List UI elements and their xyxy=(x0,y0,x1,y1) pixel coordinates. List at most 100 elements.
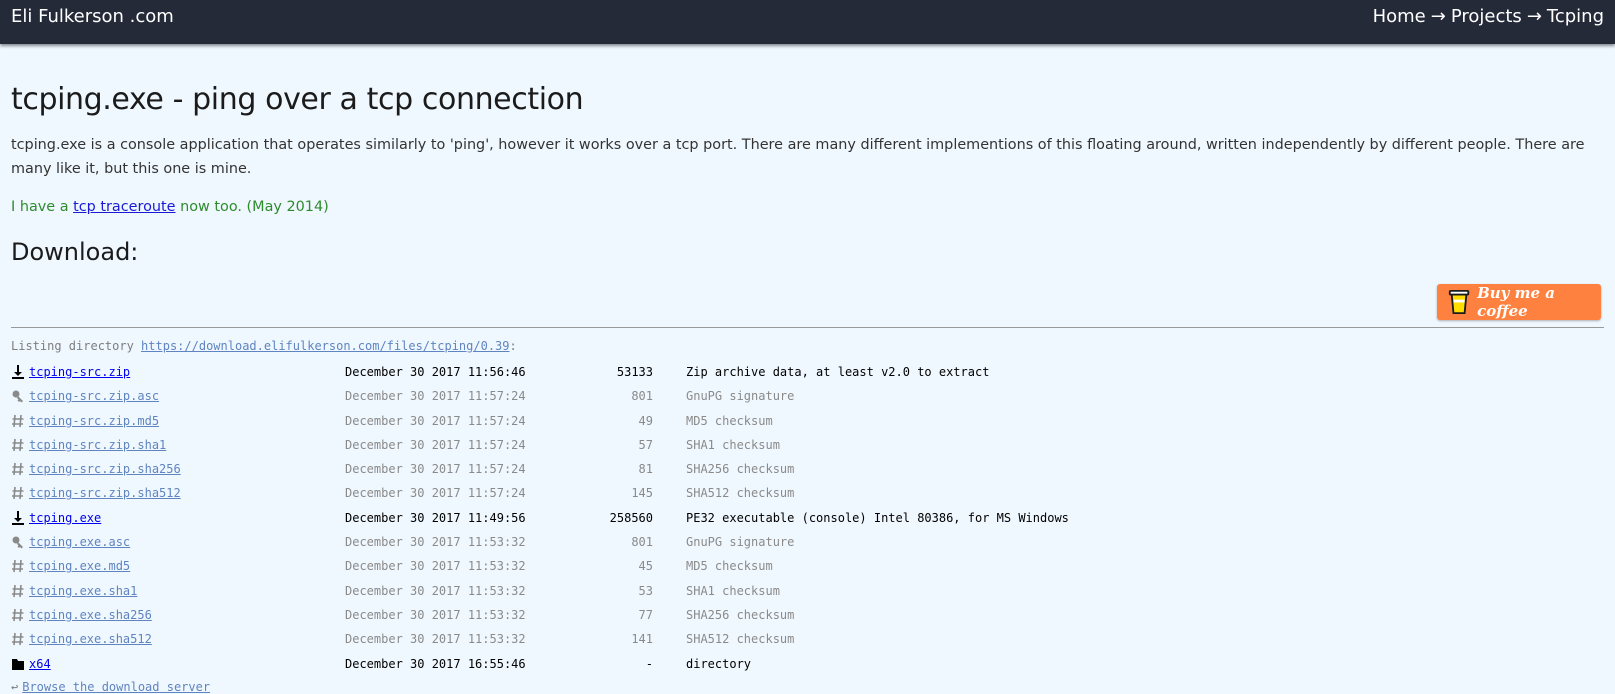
file-size: 145 xyxy=(631,486,653,501)
key-icon xyxy=(11,388,25,404)
listing-prefix: Listing directory xyxy=(11,339,142,353)
file-date: December 30 2017 11:57:24 xyxy=(345,437,526,452)
file-size: 49 xyxy=(638,413,653,428)
file-date: December 30 2017 11:53:32 xyxy=(345,559,526,574)
file-size: 57 xyxy=(638,437,653,452)
file-row: tcping.exe.asc December 30 2017 11:53:32 8… xyxy=(11,534,1211,558)
hash-icon-glyph xyxy=(12,414,24,427)
breadcrumb-home[interactable]: Home xyxy=(1373,6,1426,27)
file-date: December 30 2017 11:57:24 xyxy=(345,486,526,501)
folder-icon-glyph xyxy=(12,658,24,670)
hash-icon-glyph xyxy=(12,463,24,476)
listing-directory-url[interactable]: https://download.elifulkerson.com/files/… xyxy=(141,339,509,353)
listing-suffix: : xyxy=(509,339,517,353)
file-date: December 30 2017 11:57:24 xyxy=(345,389,526,404)
file-name-link[interactable]: tcping-src.zip xyxy=(29,364,130,380)
hash-icon-glyph xyxy=(12,438,24,451)
file-description: SHA1 checksum xyxy=(686,583,780,598)
file-size: 258560 xyxy=(609,510,653,525)
file-name-link[interactable]: tcping-src.zip.asc xyxy=(29,388,159,404)
folder-icon xyxy=(11,656,25,672)
directory-listing-header: Listing directory https://download.elifu… xyxy=(11,339,517,353)
file-description: MD5 checksum xyxy=(686,559,773,574)
breadcrumb-separator: → xyxy=(1526,6,1542,27)
file-description: SHA256 checksum xyxy=(686,462,795,477)
hash-icon-glyph xyxy=(12,608,24,622)
hash-icon xyxy=(11,607,25,623)
file-description: MD5 checksum xyxy=(686,413,773,428)
file-size: 53 xyxy=(638,583,653,598)
file-row: tcping-src.zip.md5 December 30 2017 11:57… xyxy=(11,413,1211,437)
breadcrumb: Home → Projects → Tcping xyxy=(1373,6,1604,27)
file-name-link[interactable]: tcping-src.zip.sha256 xyxy=(29,461,181,477)
file-description: SHA512 checksum xyxy=(686,632,795,647)
file-row: tcping-src.zip.sha256 December 30 2017 11… xyxy=(11,461,1211,485)
file-row: tcping.exe.md5 December 30 2017 11:53:32 4… xyxy=(11,558,1211,582)
breadcrumb-projects[interactable]: Projects xyxy=(1451,6,1522,27)
hash-icon-glyph xyxy=(12,584,24,597)
file-name-link[interactable]: tcping.exe.sha512 xyxy=(29,631,152,647)
file-date: December 30 2017 11:53:32 xyxy=(345,583,526,598)
file-row: tcping-src.zip December 30 2017 11:56:46 5… xyxy=(11,364,1211,388)
return-arrow-icon: ↩ xyxy=(11,680,19,694)
top-navigation-bar: Eli Fulkerson .com Home → Projects → Tcping xyxy=(0,0,1615,44)
file-description: SHA256 checksum xyxy=(686,607,795,622)
file-description: GnuPG signature xyxy=(686,389,795,404)
intro-paragraph: tcping.exe is a console application that… xyxy=(11,137,1585,177)
hash-icon-glyph xyxy=(12,560,24,573)
file-name-link[interactable]: tcping-src.zip.sha1 xyxy=(29,437,166,453)
file-size: - xyxy=(645,656,653,671)
file-date: December 30 2017 11:53:32 xyxy=(345,632,526,647)
file-date: December 30 2017 11:57:24 xyxy=(345,413,526,428)
download-icon-glyph xyxy=(12,510,24,525)
coffee-label: Buy me a coffee xyxy=(1477,284,1555,320)
traceroute-note: I have a tcp traceroute now too. (May 20… xyxy=(11,199,329,215)
file-name-link[interactable]: tcping.exe.sha256 xyxy=(29,607,152,623)
file-list: tcping-src.zip December 30 2017 11:56:46 5… xyxy=(11,364,1211,680)
file-description: directory xyxy=(686,656,752,671)
file-date: December 30 2017 11:57:24 xyxy=(345,462,526,477)
file-name-link[interactable]: tcping-src.zip.md5 xyxy=(29,413,159,429)
site-name-link[interactable]: Eli Fulkerson .com xyxy=(11,6,174,27)
buy-me-a-coffee-button[interactable]: Buy me a coffee xyxy=(1437,284,1601,320)
file-row: tcping.exe.sha512 December 30 2017 11:53:… xyxy=(11,631,1211,655)
browse-line: ↩ Browse the download server xyxy=(11,680,210,694)
note-prefix: I have a xyxy=(11,199,74,215)
file-row: tcping-src.zip.sha1 December 30 2017 11:5… xyxy=(11,437,1211,461)
hash-icon xyxy=(11,583,25,599)
file-size: 801 xyxy=(631,535,653,550)
file-row: x64 December 30 2017 16:55:46 - directory xyxy=(11,656,1211,680)
hash-icon xyxy=(11,413,25,429)
download-icon xyxy=(11,364,25,380)
hash-icon xyxy=(11,461,25,477)
hash-icon-glyph xyxy=(12,633,24,646)
file-date: December 30 2017 16:55:46 xyxy=(345,656,526,671)
file-description: GnuPG signature xyxy=(686,535,795,550)
file-size: 77 xyxy=(638,607,653,622)
file-name-link[interactable]: tcping-src.zip.sha512 xyxy=(29,485,181,501)
tcp-traceroute-link[interactable]: tcp traceroute xyxy=(73,199,175,215)
file-date: December 30 2017 11:53:32 xyxy=(345,535,526,550)
hash-icon-glyph xyxy=(12,487,24,500)
file-row: tcping-src.zip.asc December 30 2017 11:57… xyxy=(11,388,1211,412)
file-date: December 30 2017 11:56:46 xyxy=(345,365,526,379)
file-size: 53133 xyxy=(616,365,653,379)
file-description: SHA512 checksum xyxy=(686,486,795,501)
key-icon-glyph xyxy=(12,536,23,549)
file-size: 141 xyxy=(631,632,653,647)
hash-icon xyxy=(11,558,25,574)
browse-download-server-link[interactable]: Browse the download server xyxy=(22,680,210,694)
file-date: December 30 2017 11:53:32 xyxy=(345,607,526,622)
file-size: 45 xyxy=(638,559,653,574)
file-name-link[interactable]: tcping.exe xyxy=(29,510,101,526)
breadcrumb-tcping[interactable]: Tcping xyxy=(1547,6,1604,27)
file-description: PE32 executable (console) Intel 80386, f… xyxy=(686,510,1069,525)
file-name-link[interactable]: tcping.exe.asc xyxy=(29,534,130,550)
file-name-link[interactable]: x64 xyxy=(29,656,51,672)
coffee-cup-icon xyxy=(1448,289,1470,315)
hash-icon xyxy=(11,437,25,453)
file-row: tcping.exe.sha256 December 30 2017 11:53:… xyxy=(11,607,1211,631)
file-name-link[interactable]: tcping.exe.sha1 xyxy=(29,583,137,599)
file-name-link[interactable]: tcping.exe.md5 xyxy=(29,558,130,574)
file-description: Zip archive data, at least v2.0 to extra… xyxy=(686,365,990,379)
